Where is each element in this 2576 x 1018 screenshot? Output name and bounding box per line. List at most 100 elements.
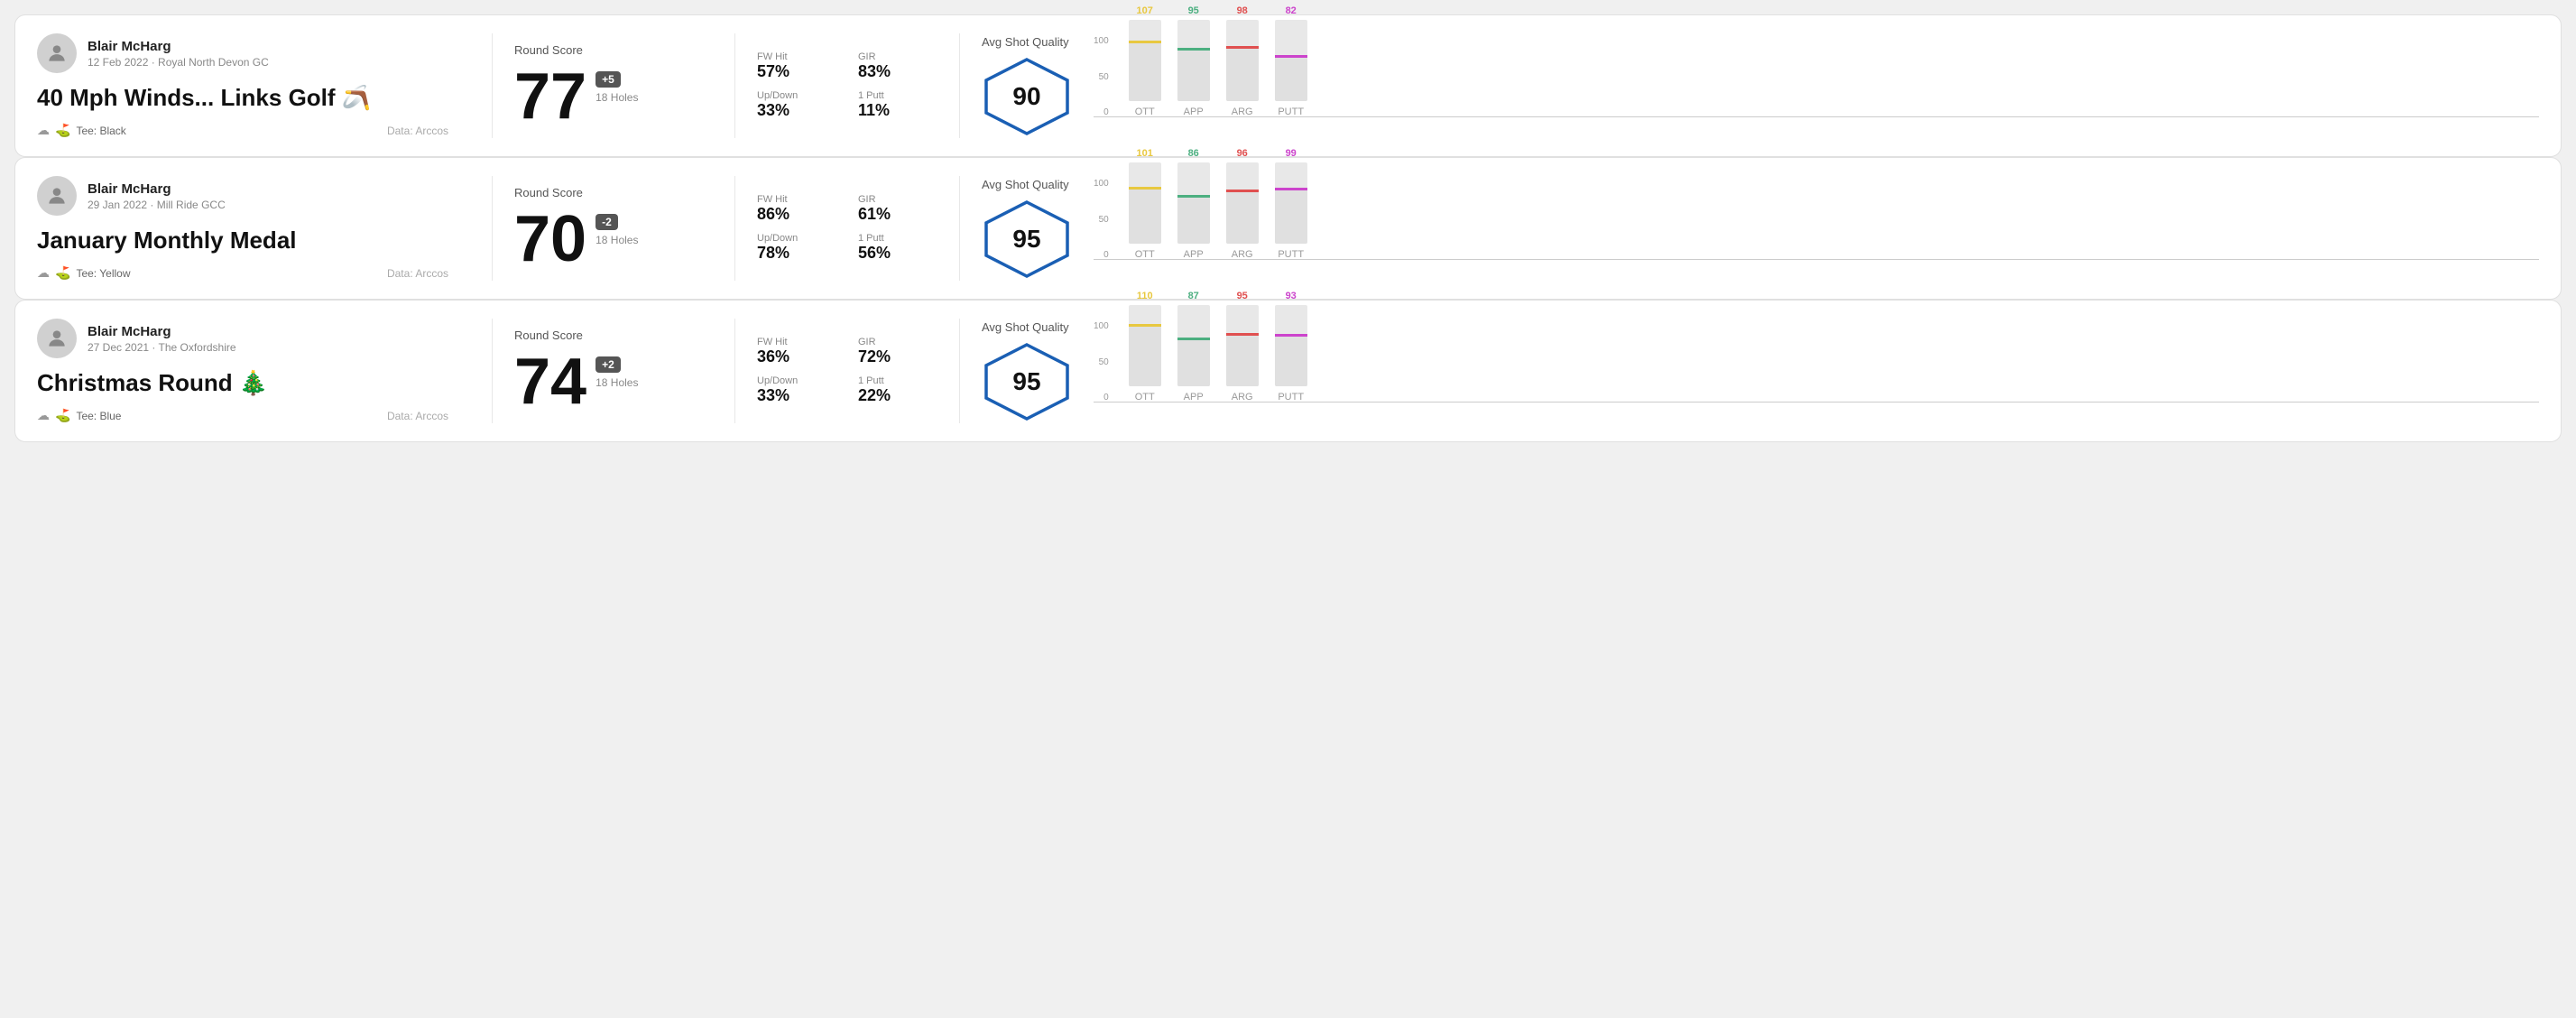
- bar-value-arg: 95: [1237, 291, 1248, 301]
- tee-info: ☁ ⛳ Tee: Blue: [37, 408, 121, 423]
- user-row: Blair McHarg 27 Dec 2021 · The Oxfordshi…: [37, 319, 448, 358]
- round-score-label: Round Score: [514, 186, 691, 199]
- gir-value: 72%: [858, 347, 937, 366]
- stat-grid: FW Hit 86% GIR 61% Up/Down 78% 1 Putt 56…: [757, 194, 937, 263]
- bar-bg: [1177, 305, 1210, 386]
- score-number: 77: [514, 64, 586, 129]
- bar-fill-bg: [1275, 55, 1307, 101]
- oneputt-value: 56%: [858, 244, 937, 263]
- bar-group-app: 95 APP: [1177, 20, 1210, 117]
- bar-fill-bg: [1275, 334, 1307, 386]
- bar-fill-bg: [1177, 338, 1210, 386]
- stat-gir: GIR 83%: [858, 51, 937, 81]
- fw-hit-label: FW Hit: [757, 51, 836, 62]
- bar-bg: [1177, 20, 1210, 101]
- oneputt-value: 22%: [858, 386, 937, 405]
- bar-accent: [1177, 195, 1210, 198]
- gir-label: GIR: [858, 337, 937, 347]
- oneputt-value: 11%: [858, 101, 937, 120]
- bar-group-app: 87 APP: [1177, 305, 1210, 403]
- bar-chart-inner: 100 50 0 110 OTT 87: [1094, 321, 2539, 421]
- gir-value: 61%: [858, 205, 937, 224]
- card-stats-round1: FW Hit 57% GIR 83% Up/Down 33% 1 Putt 11…: [757, 33, 937, 138]
- stat-gir: GIR 61%: [858, 194, 937, 224]
- user-row: Blair McHarg 29 Jan 2022 · Mill Ride GCC: [37, 176, 448, 216]
- chart-baseline: [1094, 402, 2539, 403]
- chart-baseline: [1094, 259, 2539, 260]
- bar-accent: [1129, 41, 1161, 43]
- footer-row: ☁ ⛳ Tee: Blue Data: Arccos: [37, 408, 448, 423]
- score-row: 74 +2 18 Holes: [514, 349, 691, 414]
- bar-value-ott: 110: [1137, 291, 1153, 301]
- bar-value-ott: 101: [1137, 148, 1153, 159]
- stat-grid: FW Hit 57% GIR 83% Up/Down 33% 1 Putt 11…: [757, 51, 937, 120]
- fw-hit-label: FW Hit: [757, 194, 836, 205]
- footer-row: ☁ ⛳ Tee: Black Data: Arccos: [37, 123, 448, 138]
- data-source: Data: Arccos: [387, 125, 448, 137]
- bar-fill-bg: [1226, 190, 1259, 244]
- tee-info: ☁ ⛳ Tee: Yellow: [37, 265, 130, 281]
- bar-bg: [1275, 305, 1307, 386]
- round-title: 40 Mph Winds... Links Golf 🪃: [37, 84, 448, 112]
- stat-gir: GIR 72%: [858, 337, 937, 366]
- divider-1: [492, 33, 493, 138]
- bar-chart: 100 50 0 110 OTT 87: [1094, 321, 2539, 421]
- updown-value: 78%: [757, 244, 836, 263]
- bar-chart-inner: 100 50 0 107 OTT 95: [1094, 36, 2539, 135]
- stat-updown: Up/Down 78%: [757, 233, 836, 263]
- bar-fill-bg: [1177, 48, 1210, 101]
- y-label-100: 100: [1094, 36, 1109, 46]
- score-diff-badge: +2: [596, 356, 621, 373]
- bar-fill-bg: [1226, 333, 1259, 386]
- card-right-round2: Avg Shot Quality 95 100 50 0 10: [982, 176, 2539, 281]
- updown-value: 33%: [757, 386, 836, 405]
- quality-score: 90: [1012, 82, 1040, 111]
- bar-group-putt: 93 PUTT: [1275, 305, 1307, 403]
- avg-quality-section: Avg Shot Quality 90 100 50 0 10: [982, 35, 2539, 137]
- stat-fw-hit: FW Hit 57%: [757, 51, 836, 81]
- bar-accent: [1275, 188, 1307, 190]
- quality-left: Avg Shot Quality 90: [982, 35, 1072, 137]
- bar-fill-bg: [1129, 187, 1161, 244]
- holes-text: 18 Holes: [596, 234, 638, 246]
- date-course: 27 Dec 2021 · The Oxfordshire: [88, 341, 236, 354]
- gir-label: GIR: [858, 51, 937, 62]
- card-score-round2: Round Score 70 -2 18 Holes: [514, 176, 713, 281]
- round-card-round2: Blair McHarg 29 Jan 2022 · Mill Ride GCC…: [14, 157, 2562, 300]
- bar-bg: [1129, 305, 1161, 386]
- bar-wrapper: [1129, 162, 1161, 244]
- y-label-100: 100: [1094, 179, 1109, 189]
- date-course: 29 Jan 2022 · Mill Ride GCC: [88, 199, 226, 211]
- bar-value-putt: 99: [1286, 148, 1297, 159]
- chart-y-labels: 100 50 0: [1094, 321, 1113, 403]
- user-icon: [45, 327, 69, 350]
- chart-y-labels: 100 50 0: [1094, 36, 1113, 117]
- bag-icon: ⛳: [55, 123, 70, 138]
- score-number: 74: [514, 349, 586, 414]
- gir-value: 83%: [858, 62, 937, 81]
- avatar: [37, 319, 77, 358]
- stat-oneputt: 1 Putt 56%: [858, 233, 937, 263]
- weather-icon: ☁: [37, 408, 50, 423]
- bar-bg: [1226, 20, 1259, 101]
- bar-wrapper: [1177, 20, 1210, 101]
- bar-group-ott: 101 OTT: [1129, 162, 1161, 260]
- bar-group-putt: 99 PUTT: [1275, 162, 1307, 260]
- divider-2: [734, 176, 735, 281]
- card-right-round1: Avg Shot Quality 90 100 50 0 10: [982, 33, 2539, 138]
- bar-wrapper: [1275, 305, 1307, 386]
- avatar: [37, 33, 77, 73]
- bar-accent: [1226, 190, 1259, 192]
- card-right-round3: Avg Shot Quality 95 100 50 0 11: [982, 319, 2539, 423]
- footer-row: ☁ ⛳ Tee: Yellow Data: Arccos: [37, 265, 448, 281]
- oneputt-label: 1 Putt: [858, 375, 937, 386]
- quality-label: Avg Shot Quality: [982, 320, 1069, 334]
- gir-label: GIR: [858, 194, 937, 205]
- bar-wrapper: [1226, 162, 1259, 244]
- user-info: Blair McHarg 29 Jan 2022 · Mill Ride GCC: [88, 181, 226, 211]
- avg-quality-section: Avg Shot Quality 95 100 50 0 10: [982, 178, 2539, 280]
- bar-fill-bg: [1177, 195, 1210, 244]
- bar-chart: 100 50 0 107 OTT 95: [1094, 36, 2539, 135]
- y-label-50: 50: [1094, 357, 1109, 367]
- stat-updown: Up/Down 33%: [757, 375, 836, 405]
